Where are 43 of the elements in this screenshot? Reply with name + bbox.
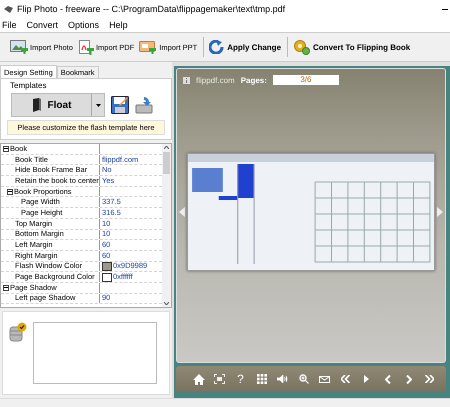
grid-icon[interactable] [256,374,266,384]
menu-item[interactable]: Help [108,20,129,30]
document-plus-icon [78,40,94,54]
import-icon[interactable] [135,96,153,114]
save-icon[interactable] [111,96,129,114]
zoom-icon[interactable] [298,374,308,384]
pages-label: Pages: [240,76,267,84]
template-button[interactable]: Float [12,94,92,116]
minimize-icon[interactable] [442,8,448,10]
app-icon [4,6,13,12]
help-button[interactable]: ? [237,372,244,386]
slides-plus-icon [139,40,158,54]
speaker-icon[interactable] [277,375,288,383]
menu-item[interactable]: File [1,20,18,30]
scroll-thumb[interactable] [163,152,170,174]
refresh-icon [209,40,226,54]
collapse-icon[interactable] [7,188,13,195]
window-title: Flip Photo - freeware -- C:\ProgramData\flippagemaker\text\tmp.pdf [17,4,286,14]
gears-icon [293,39,312,55]
first-page-icon[interactable] [341,375,350,383]
scroll-up-icon[interactable] [164,146,169,149]
menu-item[interactable]: Convert [26,20,60,30]
toolbar-button[interactable]: Convert To Flipping Book [291,37,412,57]
collapse-icon[interactable] [3,146,9,152]
template-dropdown[interactable]: Float [11,93,105,117]
home-icon[interactable] [192,374,204,384]
group-label: Templates [9,81,48,90]
page-number-field[interactable]: 3/6 [272,75,339,85]
database-check-icon [9,322,27,342]
previous-icon[interactable] [384,374,390,384]
scroll-down-icon[interactable] [164,302,169,305]
mail-icon[interactable] [319,376,330,382]
play-icon[interactable] [364,375,369,383]
scrollbar[interactable] [162,144,171,307]
menu-item[interactable]: Options [67,20,100,30]
collapse-icon[interactable] [3,284,9,291]
book-icon [32,98,42,112]
toolbar-button[interactable]: Apply Change [207,38,284,56]
next-icon[interactable] [406,374,412,384]
fullscreen-icon[interactable] [214,374,225,384]
info-icon[interactable] [183,76,190,84]
last-page-icon[interactable] [425,375,434,383]
picture-icon [10,40,28,54]
